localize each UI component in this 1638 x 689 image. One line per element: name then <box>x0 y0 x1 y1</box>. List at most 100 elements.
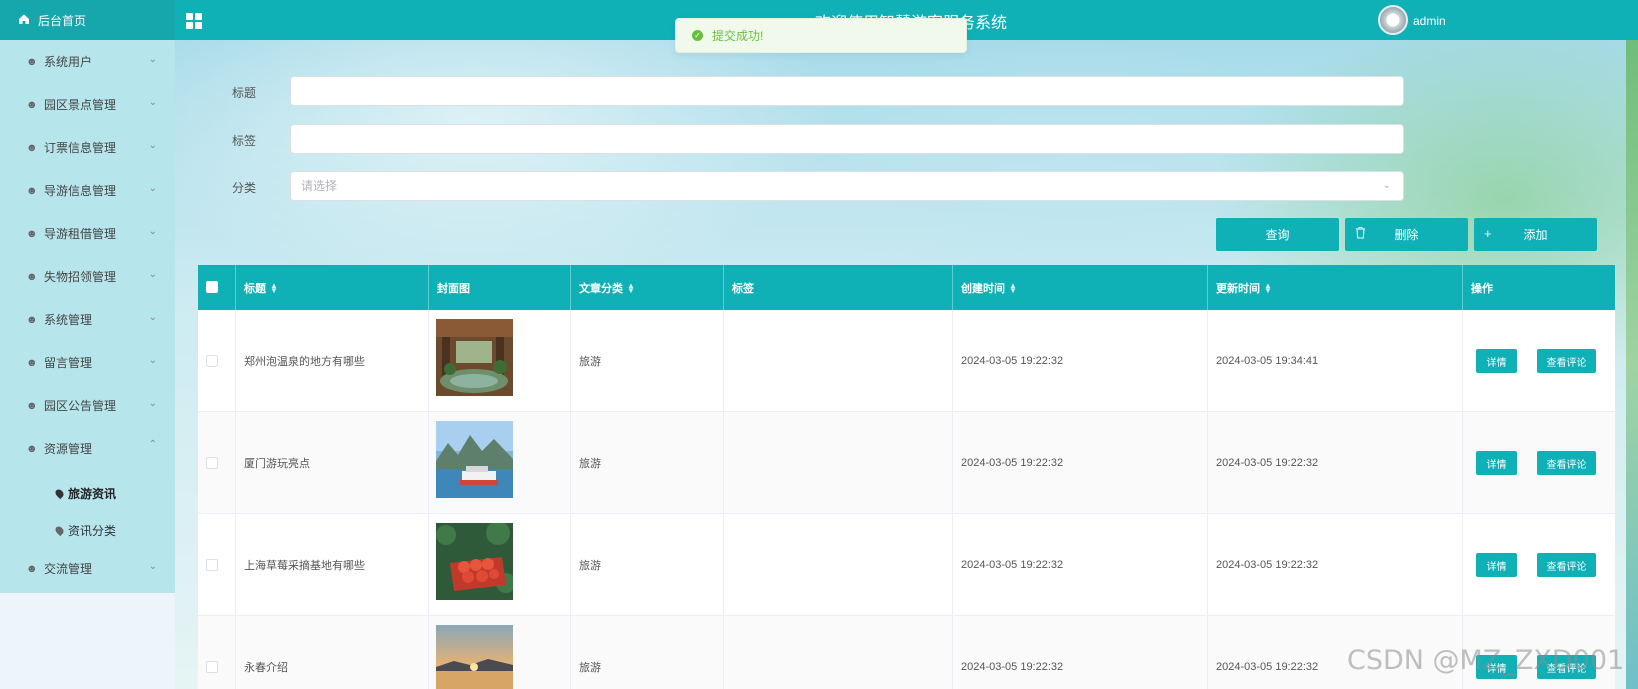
column-header-tag: 标签 <box>724 265 953 310</box>
sidebar-item-label: 交流管理 <box>44 562 93 576</box>
column-header-updated[interactable]: 更新时间 ▲ ▼ <box>1208 265 1463 310</box>
tag-cell <box>724 412 953 514</box>
tag-cell <box>724 514 953 616</box>
sidebar-subitem-travel-news[interactable]: 旅游资讯 <box>53 485 116 502</box>
cover-image-boat-harbor[interactable] <box>436 421 513 498</box>
detail-button[interactable]: 详情 <box>1476 553 1517 577</box>
select-cell <box>198 616 236 689</box>
watermark: CSDN @MZ_ZXD001 <box>1347 645 1625 676</box>
table-header: 标题 ▲ ▼ 封面图 文章分类 ▲ ▼ 标签 创建时间 ▲ ▼ 更新时间 ▲ ▼ 操作 <box>198 265 1615 310</box>
select-cell <box>198 412 236 514</box>
sidebar-item-attractions[interactable]: ☻ 园区景点管理 ⌄ <box>0 83 175 126</box>
column-header-actions: 操作 <box>1463 265 1615 310</box>
category-placeholder: 请选择 <box>301 179 338 193</box>
home-icon <box>18 13 30 28</box>
sidebar-item-system-users[interactable]: ☻ 系统用户 ⌄ <box>0 40 175 83</box>
query-button[interactable]: 查询 <box>1216 218 1339 251</box>
chevron-down-icon: ⌄ <box>148 97 157 108</box>
add-button-label: 添加 <box>1523 228 1548 242</box>
tag-cell <box>724 310 953 412</box>
column-header-label: 封面图 <box>437 282 470 295</box>
title-input[interactable] <box>290 76 1404 106</box>
home-tab[interactable]: 后台首页 <box>0 0 175 40</box>
success-toast: ✓ 提交成功! <box>675 18 967 53</box>
sidebar-item-announcements[interactable]: ☻ 园区公告管理 ⌄ <box>0 384 175 427</box>
background-edge <box>1626 40 1638 689</box>
sidebar-item-system[interactable]: ☻ 系统管理 ⌄ <box>0 298 175 341</box>
category-cell: 旅游 <box>571 412 724 514</box>
plus-icon: + <box>1484 226 1492 241</box>
cover-image-strawberries[interactable] <box>436 523 513 600</box>
user-name[interactable]: admin <box>1413 14 1446 28</box>
sidebar-item-label: 导游信息管理 <box>44 184 117 198</box>
category-cell: 旅游 <box>571 514 724 616</box>
column-header-label: 更新时间 <box>1216 282 1260 295</box>
sort-icon[interactable]: ▲ ▼ <box>1009 281 1017 294</box>
sort-icon[interactable]: ▲ ▼ <box>270 281 278 294</box>
cover-image-sunset-lake[interactable] <box>436 625 513 689</box>
query-button-label: 查询 <box>1265 228 1290 242</box>
tag-cell <box>724 616 953 689</box>
location-pin-icon <box>53 524 66 537</box>
title-cell: 永春介绍 <box>236 616 429 689</box>
view-comments-button[interactable]: 查看评论 <box>1537 553 1596 577</box>
row-checkbox[interactable] <box>206 457 218 469</box>
cover-image-hot-spring[interactable] <box>436 319 513 396</box>
column-header-title[interactable]: 标题 ▲ ▼ <box>236 265 429 310</box>
created-cell: 2024-03-05 19:22:32 <box>953 310 1208 412</box>
sidebar-item-lost-found[interactable]: ☻ 失物招领管理 ⌄ <box>0 255 175 298</box>
detail-button[interactable]: 详情 <box>1476 349 1517 373</box>
select-cell <box>198 310 236 412</box>
chevron-down-icon: ⌄ <box>1382 180 1391 191</box>
sidebar-item-messages[interactable]: ☻ 留言管理 ⌄ <box>0 341 175 384</box>
table-row: 厦门游玩亮点 旅游 2024-03-05 19:22:32 2024-03-05… <box>198 412 1615 514</box>
column-header-category[interactable]: 文章分类 ▲ ▼ <box>571 265 724 310</box>
view-comments-button[interactable]: 查看评论 <box>1537 451 1596 475</box>
select-all-checkbox[interactable] <box>206 281 218 293</box>
detail-button[interactable]: 详情 <box>1476 451 1517 475</box>
delete-button[interactable]: 删除 <box>1345 218 1468 251</box>
sidebar-footer <box>0 593 175 689</box>
tag-input[interactable] <box>290 124 1404 154</box>
location-pin-icon <box>53 487 66 500</box>
sidebar-subitem-label: 资讯分类 <box>68 524 117 538</box>
row-checkbox[interactable] <box>206 661 218 673</box>
sidebar-item-guide-rental[interactable]: ☻ 导游租借管理 ⌄ <box>0 212 175 255</box>
user-icon: ☻ <box>26 356 38 369</box>
sidebar-item-label: 留言管理 <box>44 356 93 370</box>
avatar[interactable] <box>1378 5 1408 35</box>
user-icon: ☻ <box>26 562 38 575</box>
row-checkbox[interactable] <box>206 355 218 367</box>
category-select[interactable]: 请选择 ⌄ <box>290 171 1404 201</box>
user-icon: ☻ <box>26 270 38 283</box>
table-row: 上海草莓采摘基地有哪些 旅游 2024-03-05 19:22:32 2024-… <box>198 514 1615 616</box>
chevron-down-icon: ⌄ <box>148 355 157 366</box>
menu-toggle-icon[interactable] <box>186 13 202 29</box>
sort-icon[interactable]: ▲ ▼ <box>1264 281 1272 294</box>
updated-cell: 2024-03-05 19:22:32 <box>1208 412 1463 514</box>
header-select-cell <box>198 265 236 310</box>
chevron-down-icon: ⌄ <box>148 398 157 409</box>
sidebar-item-tickets[interactable]: ☻ 订票信息管理 ⌄ <box>0 126 175 169</box>
sidebar-item-guides[interactable]: ☻ 导游信息管理 ⌄ <box>0 169 175 212</box>
chevron-down-icon: ⌄ <box>148 183 157 194</box>
column-header-label: 标题 <box>244 282 266 295</box>
sidebar-item-label: 园区景点管理 <box>44 98 117 112</box>
updated-cell: 2024-03-05 19:22:32 <box>1208 514 1463 616</box>
column-header-created[interactable]: 创建时间 ▲ ▼ <box>953 265 1208 310</box>
sidebar-item-label: 订票信息管理 <box>44 141 117 155</box>
user-icon: ☻ <box>26 98 38 111</box>
home-tab-label: 后台首页 <box>38 13 87 28</box>
sidebar-item-exchange[interactable]: ☻ 交流管理 ⌄ <box>0 547 175 590</box>
sort-icon[interactable]: ▲ ▼ <box>627 281 635 294</box>
sidebar-subitem-news-category[interactable]: 资讯分类 <box>53 522 117 539</box>
user-icon: ☻ <box>26 184 38 197</box>
user-icon: ☻ <box>26 55 38 68</box>
column-header-label: 操作 <box>1471 282 1493 295</box>
sidebar-item-resources[interactable]: ☻ 资源管理 ⌃ <box>0 427 175 470</box>
table-row: 郑州泡温泉的地方有哪些 旅游 2024-03-05 19:22:32 2024-… <box>198 310 1615 412</box>
row-checkbox[interactable] <box>206 559 218 571</box>
articles-table: 标题 ▲ ▼ 封面图 文章分类 ▲ ▼ 标签 创建时间 ▲ ▼ 更新时间 ▲ ▼ 操作 郑州泡温… <box>198 265 1615 689</box>
view-comments-button[interactable]: 查看评论 <box>1537 349 1596 373</box>
add-button[interactable]: + 添加 <box>1474 218 1597 251</box>
